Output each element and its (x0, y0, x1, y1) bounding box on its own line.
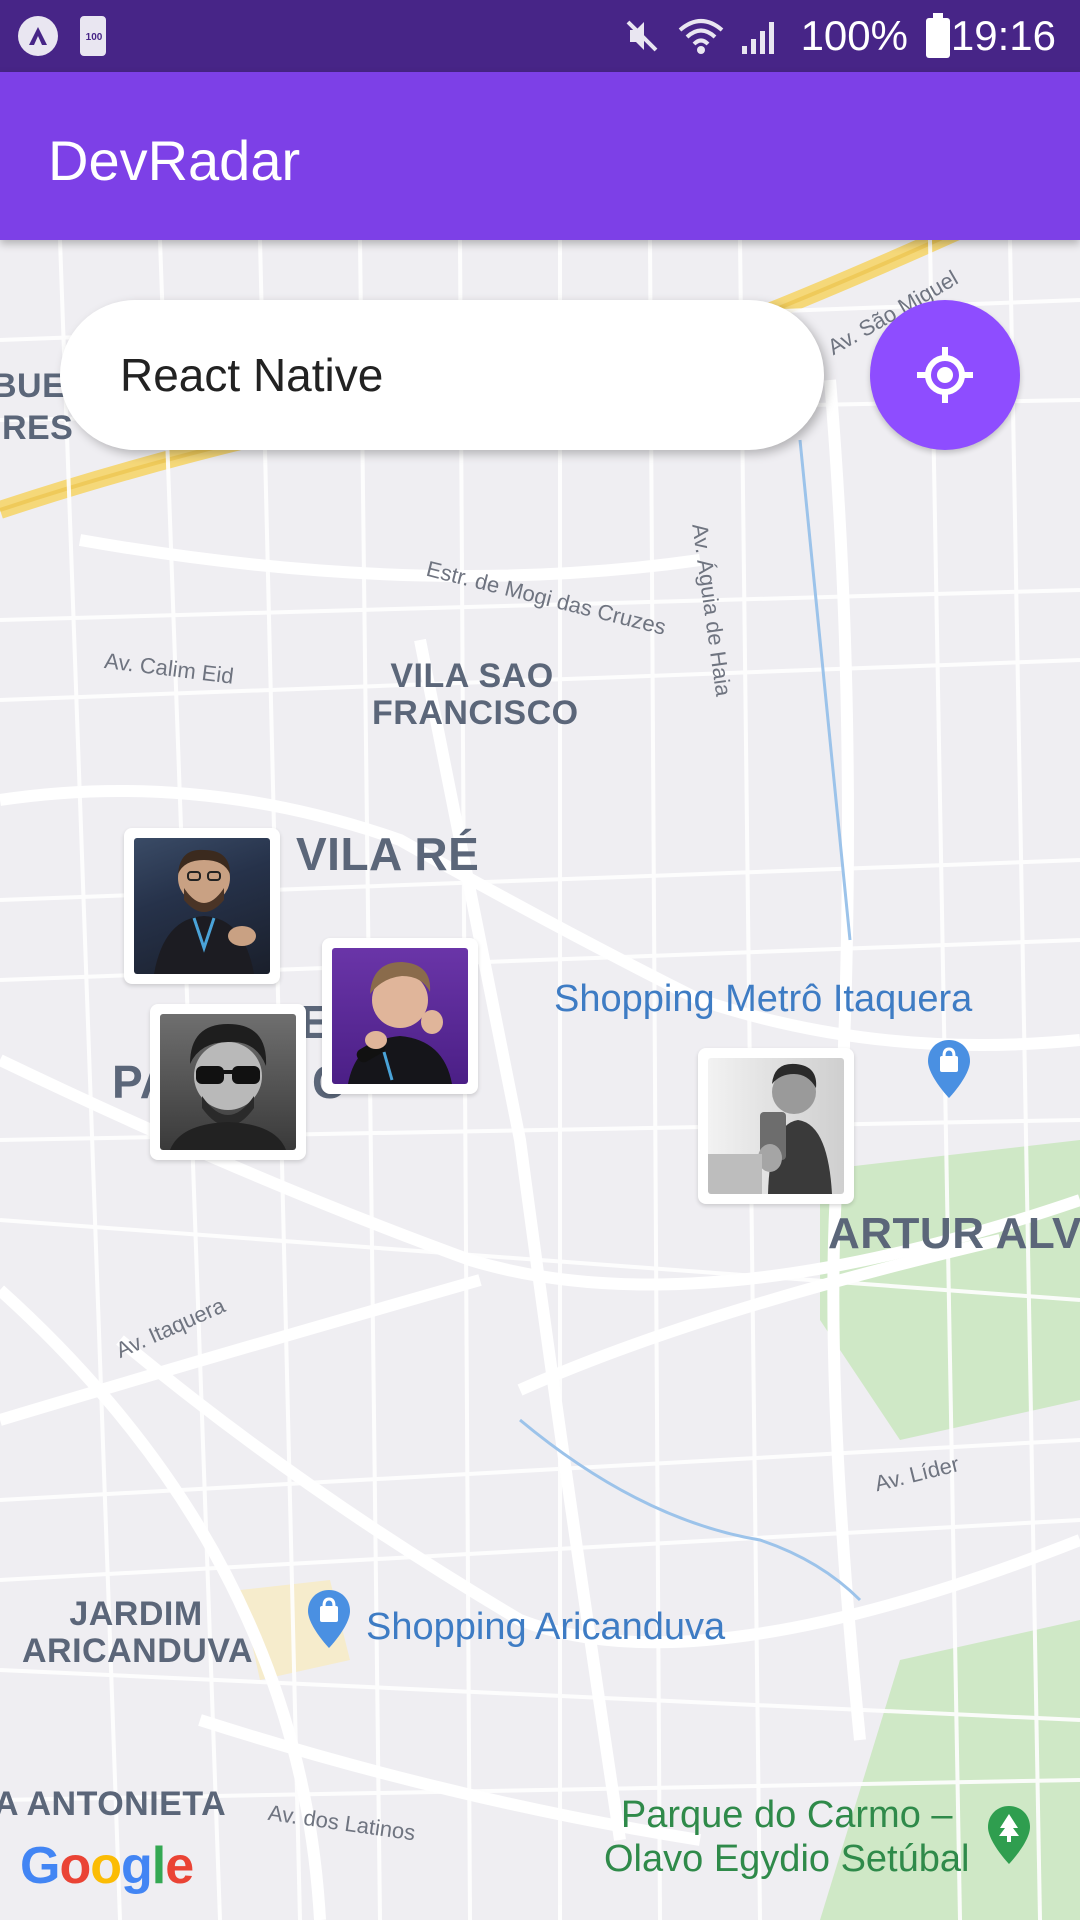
battery-status-icon: 100 (80, 16, 106, 56)
poi-parque-do-carmo[interactable]: Parque do Carmo – Olavo Egydio Setúbal (604, 1794, 969, 1881)
park-pin-icon[interactable] (988, 1806, 1030, 1864)
app-title: DevRadar (48, 129, 301, 192)
status-bar: 100 100% 19:16 (0, 0, 1080, 72)
avatar (134, 838, 270, 974)
map-label-jardim-aricanduva: JARDIM ARICANDUVA (22, 1595, 254, 1670)
map-label-ires: IRES (0, 409, 74, 447)
map-label-bue: BUE (0, 367, 66, 405)
poi-shopping-metro-itaquera[interactable]: Shopping Metrô Itaquera (554, 978, 972, 1021)
search-input[interactable] (60, 300, 824, 450)
avatar (708, 1058, 844, 1194)
map-label-vila-re: VILA RÉ (296, 828, 480, 880)
google-logo: Google (20, 1837, 194, 1895)
clock: 19:16 (950, 12, 1056, 59)
battery-small-text: 100 (85, 32, 103, 43)
mute-icon (626, 20, 658, 52)
poi-shopping-aricanduva[interactable]: Shopping Aricanduva (366, 1606, 725, 1649)
battery-percent: 100% (800, 12, 908, 59)
screen: 100 100% 19:16 DevRadar BUE IRES VILA SA… (0, 0, 1080, 1920)
wifi-icon (678, 19, 724, 54)
signal-icon (742, 22, 774, 54)
battery-icon (926, 13, 950, 58)
my-location-button[interactable] (870, 300, 1020, 450)
my-location-icon (917, 347, 973, 403)
expo-icon (18, 16, 58, 56)
dev-marker[interactable] (698, 1048, 854, 1204)
map[interactable]: BUE IRES VILA SAO FRANCISCO VILA RÉ PA E… (0, 240, 1080, 1920)
map-label-antonieta: A ANTONIETA (0, 1785, 227, 1823)
shopping-pin-icon[interactable] (308, 1590, 350, 1648)
shopping-pin-icon[interactable] (928, 1040, 970, 1098)
dev-marker[interactable] (150, 1004, 306, 1160)
avatar (332, 948, 468, 1084)
dev-marker[interactable] (322, 938, 478, 1094)
map-label-artur-alv: ARTUR ALV (828, 1209, 1080, 1258)
app-bar: DevRadar (0, 72, 1080, 240)
dev-marker[interactable] (124, 828, 280, 984)
status-icons (622, 10, 780, 62)
avatar (160, 1014, 296, 1150)
map-label-vila-sao-francisco: VILA SAO FRANCISCO (372, 657, 579, 732)
